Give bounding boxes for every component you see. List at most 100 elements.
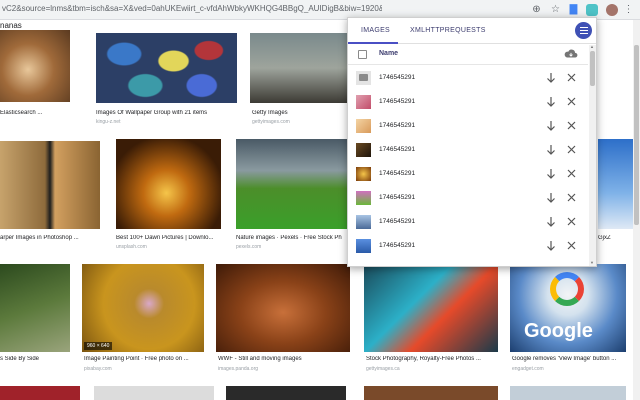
download-icon[interactable] bbox=[546, 240, 556, 252]
thumbnail bbox=[356, 71, 371, 85]
result-image-orangutan[interactable] bbox=[216, 264, 350, 352]
result-caption[interactable]: Nature images · Pexels · Free Stock Ph bbox=[236, 235, 347, 241]
result-image-flower[interactable]: 960 × 640 bbox=[82, 264, 204, 352]
list-item[interactable]: 1746545291 bbox=[348, 90, 588, 114]
result-image-pebbles[interactable] bbox=[96, 33, 237, 103]
file-name: 1746545291 bbox=[379, 170, 416, 177]
file-name: 1746545291 bbox=[379, 146, 416, 153]
result-caption[interactable]: arper Images in Photoshop ... bbox=[0, 235, 100, 241]
thumbnail bbox=[356, 95, 371, 109]
close-icon[interactable] bbox=[567, 97, 576, 106]
file-name: 1746545291 bbox=[379, 98, 416, 105]
result-caption[interactable]: Google removes 'View Image' button ... bbox=[512, 356, 626, 362]
result-image-hedgehog[interactable] bbox=[0, 30, 70, 102]
thumbnail bbox=[356, 239, 371, 253]
close-icon[interactable] bbox=[567, 145, 576, 154]
close-icon[interactable] bbox=[567, 241, 576, 250]
download-icon[interactable] bbox=[546, 120, 556, 132]
image-list: 1746545291 1746545291 1746545291 1746545… bbox=[348, 66, 588, 266]
result-image-partial[interactable] bbox=[226, 386, 346, 400]
result-caption[interactable]: WWF - Still and moving images bbox=[218, 356, 348, 362]
result-caption[interactable]: Stock Photography, Royalty-Free Photos .… bbox=[366, 356, 496, 362]
result-source: kingu-z.net bbox=[96, 119, 121, 125]
result-image-dawn[interactable] bbox=[116, 139, 221, 229]
result-source: pexels.com bbox=[236, 244, 262, 250]
name-column-header[interactable]: Name bbox=[379, 50, 398, 57]
file-name: 1746545291 bbox=[379, 122, 416, 129]
close-icon[interactable] bbox=[567, 217, 576, 226]
page-scroll-thumb[interactable] bbox=[634, 45, 639, 225]
profile-avatar-icon[interactable] bbox=[605, 3, 618, 16]
download-icon[interactable] bbox=[546, 144, 556, 156]
dimension-badge: 960 × 640 bbox=[84, 342, 113, 350]
result-caption[interactable]: Image Painting Point · Free photo on ... bbox=[84, 356, 204, 362]
list-item[interactable]: 1746545291 bbox=[348, 186, 588, 210]
search-query-partial: nanas bbox=[0, 21, 22, 30]
result-caption[interactable]: GjxZ bbox=[598, 235, 633, 241]
result-image-partial[interactable] bbox=[510, 386, 626, 400]
result-image-nature[interactable] bbox=[236, 139, 347, 229]
location-icon[interactable]: ⊕ bbox=[530, 3, 543, 16]
result-caption[interactable]: Best 100+ Dawn Pictures | Downlo... bbox=[116, 235, 221, 241]
result-image-partial[interactable] bbox=[364, 386, 498, 400]
thumbnail bbox=[356, 191, 371, 205]
url-text[interactable]: vC2&source=lnms&tbm=isch&sa=X&ved=0ahUKE… bbox=[2, 4, 382, 13]
result-image-bridge[interactable] bbox=[0, 264, 70, 352]
google-logo-icon bbox=[550, 272, 584, 306]
list-header: Name bbox=[348, 45, 588, 65]
extension-icon[interactable] bbox=[585, 3, 598, 16]
download-icon[interactable] bbox=[546, 168, 556, 180]
thumbnail bbox=[356, 143, 371, 157]
result-image-sky[interactable] bbox=[598, 139, 633, 229]
close-icon[interactable] bbox=[567, 73, 576, 82]
list-item[interactable]: 1746545291 bbox=[348, 234, 588, 258]
result-caption[interactable]: Images Of Wallpaper Group with 21 items bbox=[96, 110, 237, 116]
tab-xmlhttprequests[interactable]: XMLHTTPREQUESTS bbox=[410, 27, 486, 34]
menu-icon[interactable] bbox=[575, 22, 592, 39]
result-image-macaw[interactable] bbox=[364, 264, 498, 352]
google-wordmark: Google bbox=[524, 320, 593, 342]
result-caption[interactable]: Getty Images bbox=[252, 110, 347, 116]
download-icon[interactable] bbox=[546, 96, 556, 108]
result-image-partial[interactable] bbox=[0, 386, 80, 400]
result-image-partial[interactable] bbox=[94, 386, 214, 400]
close-icon[interactable] bbox=[567, 169, 576, 178]
popup-scroll-thumb[interactable] bbox=[590, 51, 595, 86]
cloud-download-icon[interactable] bbox=[564, 48, 578, 60]
list-item[interactable]: 1746545291 bbox=[348, 114, 588, 138]
popup-tab-bar: IMAGES XMLHTTPREQUESTS bbox=[348, 18, 596, 44]
result-caption[interactable]: Elasticsearch ... bbox=[0, 110, 80, 116]
image-downloader-popup: IMAGES XMLHTTPREQUESTS Name 1746545291 1… bbox=[347, 17, 597, 267]
download-icon[interactable] bbox=[546, 216, 556, 228]
scroll-up-arrow-icon[interactable]: ▲ bbox=[590, 44, 594, 49]
tab-images[interactable]: IMAGES bbox=[361, 27, 390, 34]
thumbnail bbox=[356, 215, 371, 229]
page-scrollbar[interactable] bbox=[633, 20, 640, 400]
list-item[interactable]: 1746545291 bbox=[348, 162, 588, 186]
browser-menu-icon[interactable]: ⋮ bbox=[622, 3, 635, 16]
camera-icon bbox=[359, 74, 368, 81]
select-all-checkbox[interactable] bbox=[358, 50, 367, 59]
bookmark-star-icon[interactable]: ☆ bbox=[549, 3, 562, 16]
download-icon[interactable] bbox=[546, 192, 556, 204]
result-source: engadget.com bbox=[512, 366, 544, 372]
thumbnail bbox=[356, 119, 371, 133]
scroll-down-arrow-icon[interactable]: ▼ bbox=[590, 260, 594, 265]
result-image-village[interactable] bbox=[250, 33, 347, 103]
download-icon[interactable] bbox=[546, 72, 556, 84]
close-icon[interactable] bbox=[567, 193, 576, 202]
list-item[interactable]: 1746545291 bbox=[348, 138, 588, 162]
active-tab-indicator bbox=[348, 42, 398, 44]
list-item[interactable]: 1746545291 bbox=[348, 210, 588, 234]
result-source: images.panda.org bbox=[218, 366, 259, 372]
translate-icon[interactable]: ▇ bbox=[567, 3, 580, 16]
result-image-leopard[interactable] bbox=[0, 141, 100, 229]
result-image-google[interactable]: Google bbox=[510, 264, 626, 352]
list-item[interactable]: 1746545291 bbox=[348, 66, 588, 90]
close-icon[interactable] bbox=[567, 121, 576, 130]
result-source: gettyimages.ca bbox=[366, 366, 400, 372]
file-name: 1746545291 bbox=[379, 74, 416, 81]
result-caption[interactable]: s Side By Side bbox=[0, 356, 70, 362]
popup-scrollbar[interactable]: ▲ ▼ bbox=[589, 44, 596, 266]
thumbnail bbox=[356, 167, 371, 181]
